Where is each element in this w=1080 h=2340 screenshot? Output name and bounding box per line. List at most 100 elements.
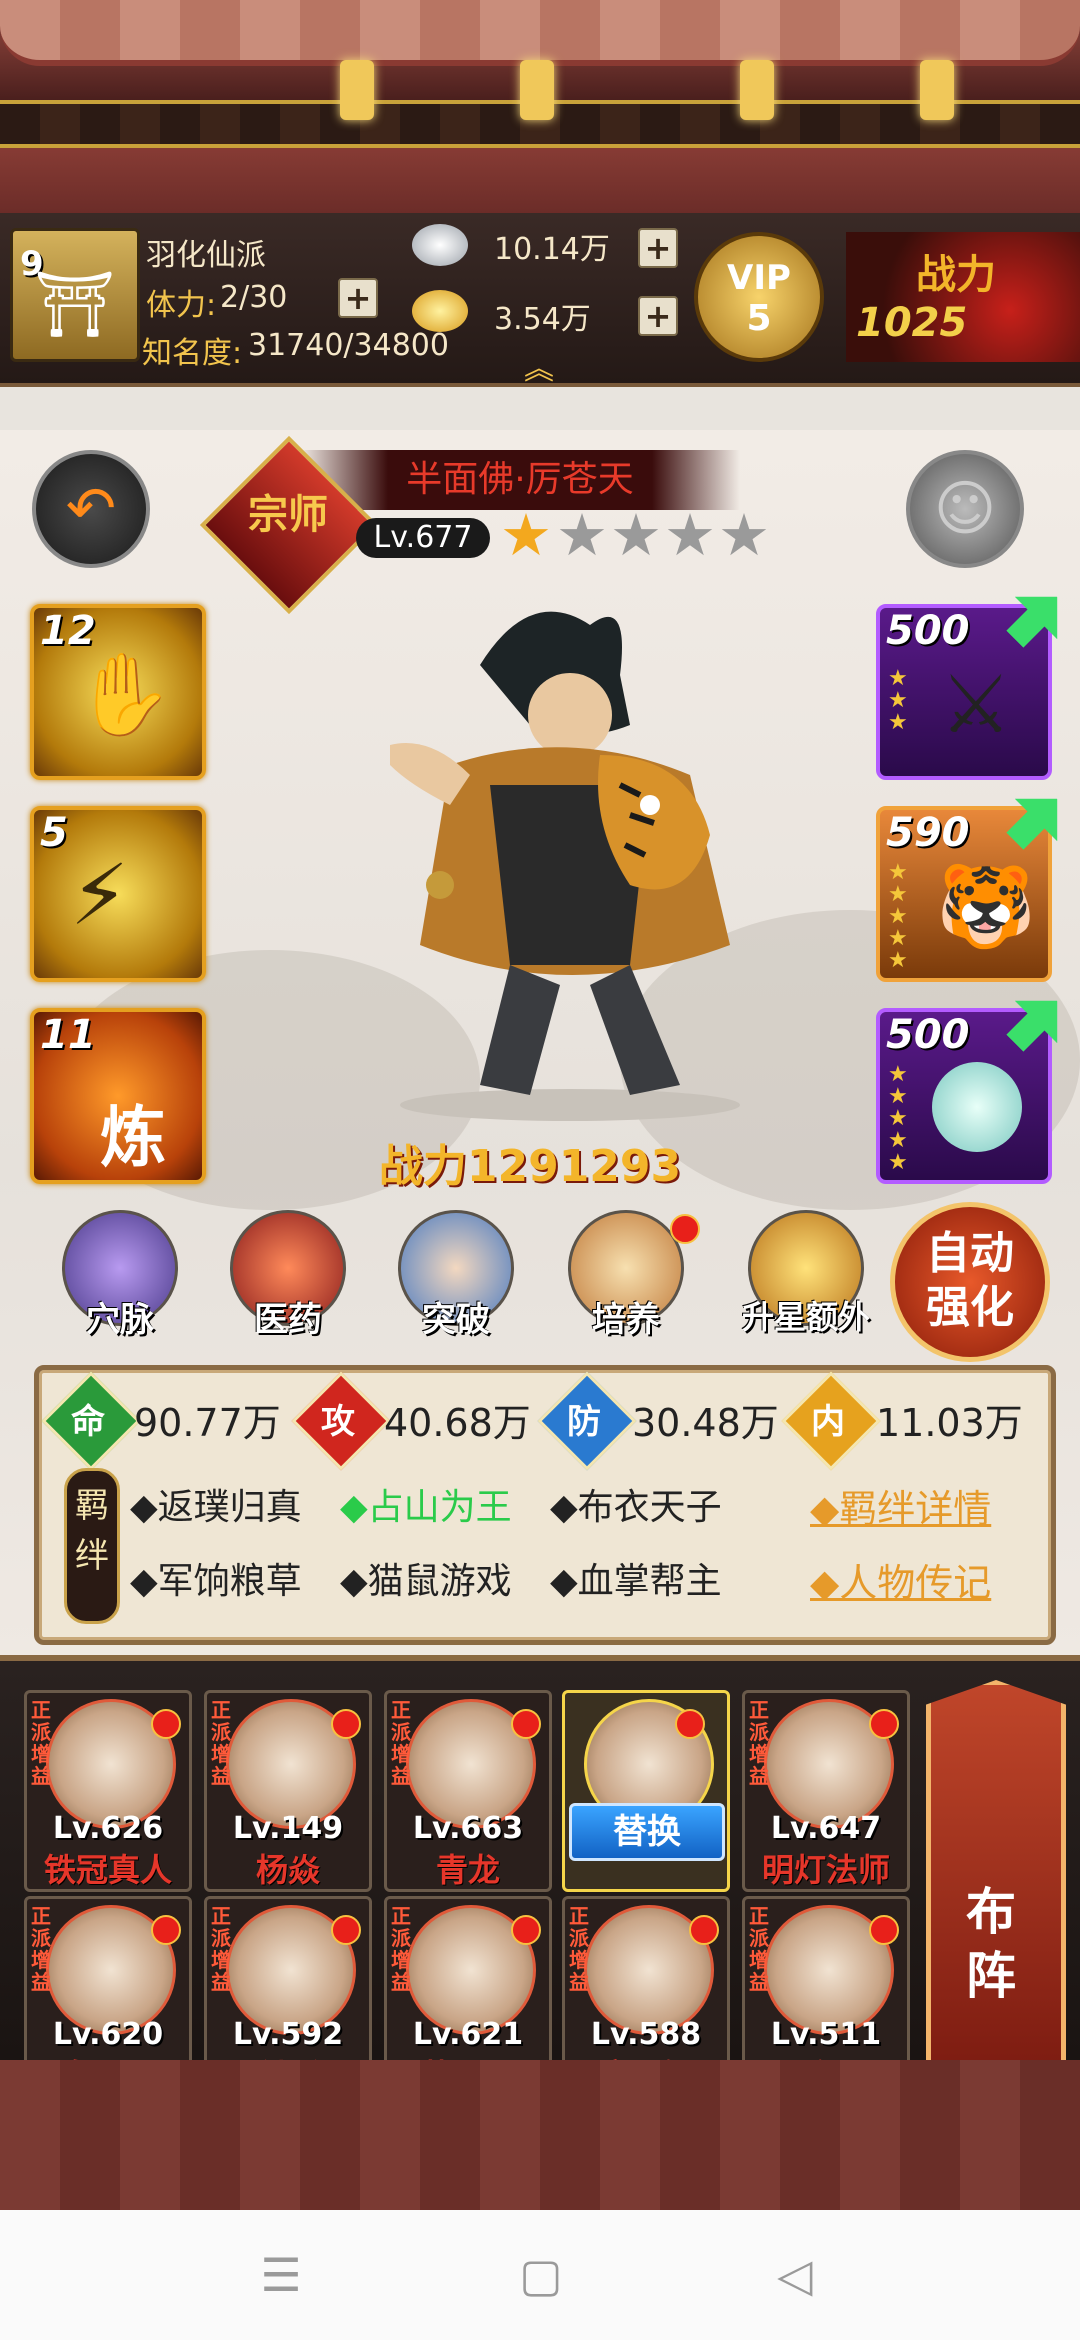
bond-item[interactable]: ◆返璞归真 bbox=[130, 1478, 302, 1530]
action-label: 突破 bbox=[422, 1300, 490, 1340]
attack-stat-glyph: 攻 bbox=[321, 1402, 355, 1442]
character-power: 战力1291293 bbox=[360, 1130, 700, 1200]
tiger-armor-icon: 🐯 bbox=[936, 860, 1036, 953]
internal-stat-value: 11.03万 bbox=[876, 1401, 1023, 1445]
skill-card-claw[interactable]: 5 ⚡ bbox=[30, 806, 206, 982]
hp-stat-glyph: 命 bbox=[71, 1402, 105, 1442]
vip-level: 5 bbox=[746, 298, 772, 339]
character-switch-button[interactable]: ☺ bbox=[906, 450, 1024, 568]
bond-label-text: 羁绊 bbox=[75, 1486, 109, 1576]
hero-level: Lv.620 bbox=[52, 2017, 164, 2052]
hero-level: Lv.626 bbox=[52, 1811, 164, 1846]
total-power-label: 战力 bbox=[916, 252, 996, 298]
hp-stat-value: 90.77万 bbox=[134, 1401, 281, 1445]
swap-hero-button[interactable]: 替换 bbox=[569, 1803, 725, 1861]
fame-value: 31740/34800 bbox=[248, 328, 449, 363]
equipment-stars: ★ ★ ★ bbox=[888, 666, 908, 735]
character-level: Lv.677 bbox=[356, 518, 490, 558]
righteous-buff-tag: 正派增益 bbox=[211, 1698, 231, 1788]
action-medicine-button[interactable]: 医药 bbox=[228, 1210, 348, 1340]
fame-label: 知名度: bbox=[142, 336, 243, 371]
bond-item[interactable]: ◆血掌帮主 bbox=[550, 1552, 722, 1604]
gold-amount: 3.54万 bbox=[494, 302, 591, 337]
auto-strengthen-line2: 强化 bbox=[926, 1282, 1014, 1333]
hero-level: Lv.647 bbox=[770, 1811, 882, 1846]
righteous-buff-tag: 正派增益 bbox=[31, 1904, 51, 1994]
equipment-stars: ★ ★ ★ ★ ★ bbox=[888, 1062, 908, 1175]
righteous-buff-tag: 正派增益 bbox=[749, 1698, 769, 1788]
auto-strengthen-line1: 自动 bbox=[926, 1228, 1014, 1279]
notification-dot bbox=[331, 1709, 361, 1739]
bond-item-active[interactable]: ◆占山为王 bbox=[340, 1478, 512, 1530]
attack-stat-value: 40.68万 bbox=[384, 1401, 531, 1445]
auto-strengthen-button[interactable]: 自动 强化 bbox=[890, 1202, 1050, 1362]
roster-slot[interactable]: 正派增益 Lv.149 杨焱 bbox=[204, 1690, 372, 1892]
skill-level: 5 bbox=[40, 810, 68, 856]
righteous-buff-tag: 正派增益 bbox=[391, 1904, 411, 1994]
lantern-decoration bbox=[340, 60, 374, 120]
hero-level: Lv.592 bbox=[232, 2017, 344, 2052]
menu-icon[interactable]: ☰ bbox=[256, 2250, 306, 2300]
action-label: 穴脉 bbox=[86, 1300, 154, 1340]
silver-amount: 10.14万 bbox=[494, 232, 610, 267]
add-gold-button[interactable]: + bbox=[638, 296, 678, 336]
lantern-decoration bbox=[520, 60, 554, 120]
stamina-label: 体力: bbox=[146, 288, 217, 323]
bond-label: 羁绊 bbox=[64, 1468, 120, 1624]
righteous-buff-tag: 正派增益 bbox=[749, 1904, 769, 1994]
add-stamina-button[interactable]: + bbox=[338, 278, 378, 318]
add-silver-button[interactable]: + bbox=[638, 228, 678, 268]
home-icon[interactable]: ▢ bbox=[516, 2250, 566, 2300]
expand-chevron-icon[interactable]: ︽ bbox=[524, 344, 554, 388]
action-meridian-button[interactable]: 穴脉 bbox=[60, 1210, 180, 1340]
action-label: 培养 bbox=[592, 1300, 660, 1340]
equipment-level: 500 bbox=[886, 608, 970, 654]
jade-pendant-icon bbox=[932, 1062, 1022, 1152]
bottom-decoration bbox=[0, 2060, 1080, 2210]
back-button[interactable]: ↶ bbox=[32, 450, 150, 568]
action-breakthrough-button[interactable]: 突破 bbox=[396, 1210, 516, 1340]
action-training-button[interactable]: 培养 bbox=[566, 1210, 700, 1340]
lantern-decoration bbox=[920, 60, 954, 120]
character-power-label: 战力 bbox=[378, 1141, 467, 1192]
roster-slot[interactable]: 正派增益 Lv.663 青龙 bbox=[384, 1690, 552, 1892]
roster-slot[interactable]: 正派增益 Lv.626 铁冠真人 bbox=[24, 1690, 192, 1892]
back-icon[interactable]: ◁ bbox=[770, 2250, 820, 2300]
bond-details-link[interactable]: ◆羁绊详情 bbox=[810, 1478, 991, 1533]
bond-item[interactable]: ◆布衣天子 bbox=[550, 1478, 722, 1530]
skill-card-palm[interactable]: 12 ✋ bbox=[30, 604, 206, 780]
hero-name: 杨焱 bbox=[255, 1851, 320, 1889]
notification-dot bbox=[869, 1709, 899, 1739]
notification-dot bbox=[151, 1709, 181, 1739]
gold-ingot-icon bbox=[412, 290, 468, 332]
star-empty-icon: ★ bbox=[556, 501, 608, 569]
notification-dot bbox=[670, 1214, 700, 1244]
sect-name: 羽化仙派 bbox=[146, 238, 266, 273]
skill-card-refine[interactable]: 11 炼 bbox=[30, 1008, 206, 1184]
vip-label: VIP bbox=[727, 258, 791, 298]
internal-stat-glyph: 内 bbox=[811, 1402, 845, 1442]
hero-level: Lv.588 bbox=[590, 2017, 702, 2052]
hero-illustration bbox=[390, 611, 740, 1121]
formation-label-line1: 布 bbox=[966, 1883, 1016, 1941]
bond-item[interactable]: ◆军饷粮草 bbox=[130, 1552, 302, 1604]
refine-icon: 炼 bbox=[100, 1099, 166, 1176]
hero-level: Lv.149 bbox=[232, 1811, 344, 1846]
skill-level: 11 bbox=[40, 1012, 96, 1058]
star-empty-icon: ★ bbox=[718, 501, 770, 569]
defense-stat-value: 30.48万 bbox=[632, 1401, 779, 1445]
roof-awning bbox=[0, 0, 1080, 66]
formation-label-line2: 阵 bbox=[966, 1947, 1016, 2005]
righteous-buff-tag: 正派增益 bbox=[211, 1904, 231, 1994]
action-star-up-button[interactable]: 升星额外 bbox=[736, 1210, 876, 1340]
notification-dot bbox=[689, 1915, 719, 1945]
total-power-value: 1025 bbox=[856, 300, 968, 346]
hero-name: 明灯法师 bbox=[761, 1851, 890, 1889]
righteous-buff-tag: 正派增益 bbox=[391, 1698, 411, 1788]
stamina-value: 2/30 bbox=[220, 280, 288, 315]
bond-item[interactable]: ◆猫鼠游戏 bbox=[340, 1552, 512, 1604]
character-bio-link[interactable]: ◆人物传记 bbox=[810, 1552, 991, 1607]
roster-slot[interactable]: 正派增益 Lv.647 明灯法师 bbox=[742, 1690, 910, 1892]
roster-slot-selected[interactable]: 替换 bbox=[562, 1690, 730, 1892]
vip-badge[interactable]: VIP 5 bbox=[694, 232, 824, 362]
